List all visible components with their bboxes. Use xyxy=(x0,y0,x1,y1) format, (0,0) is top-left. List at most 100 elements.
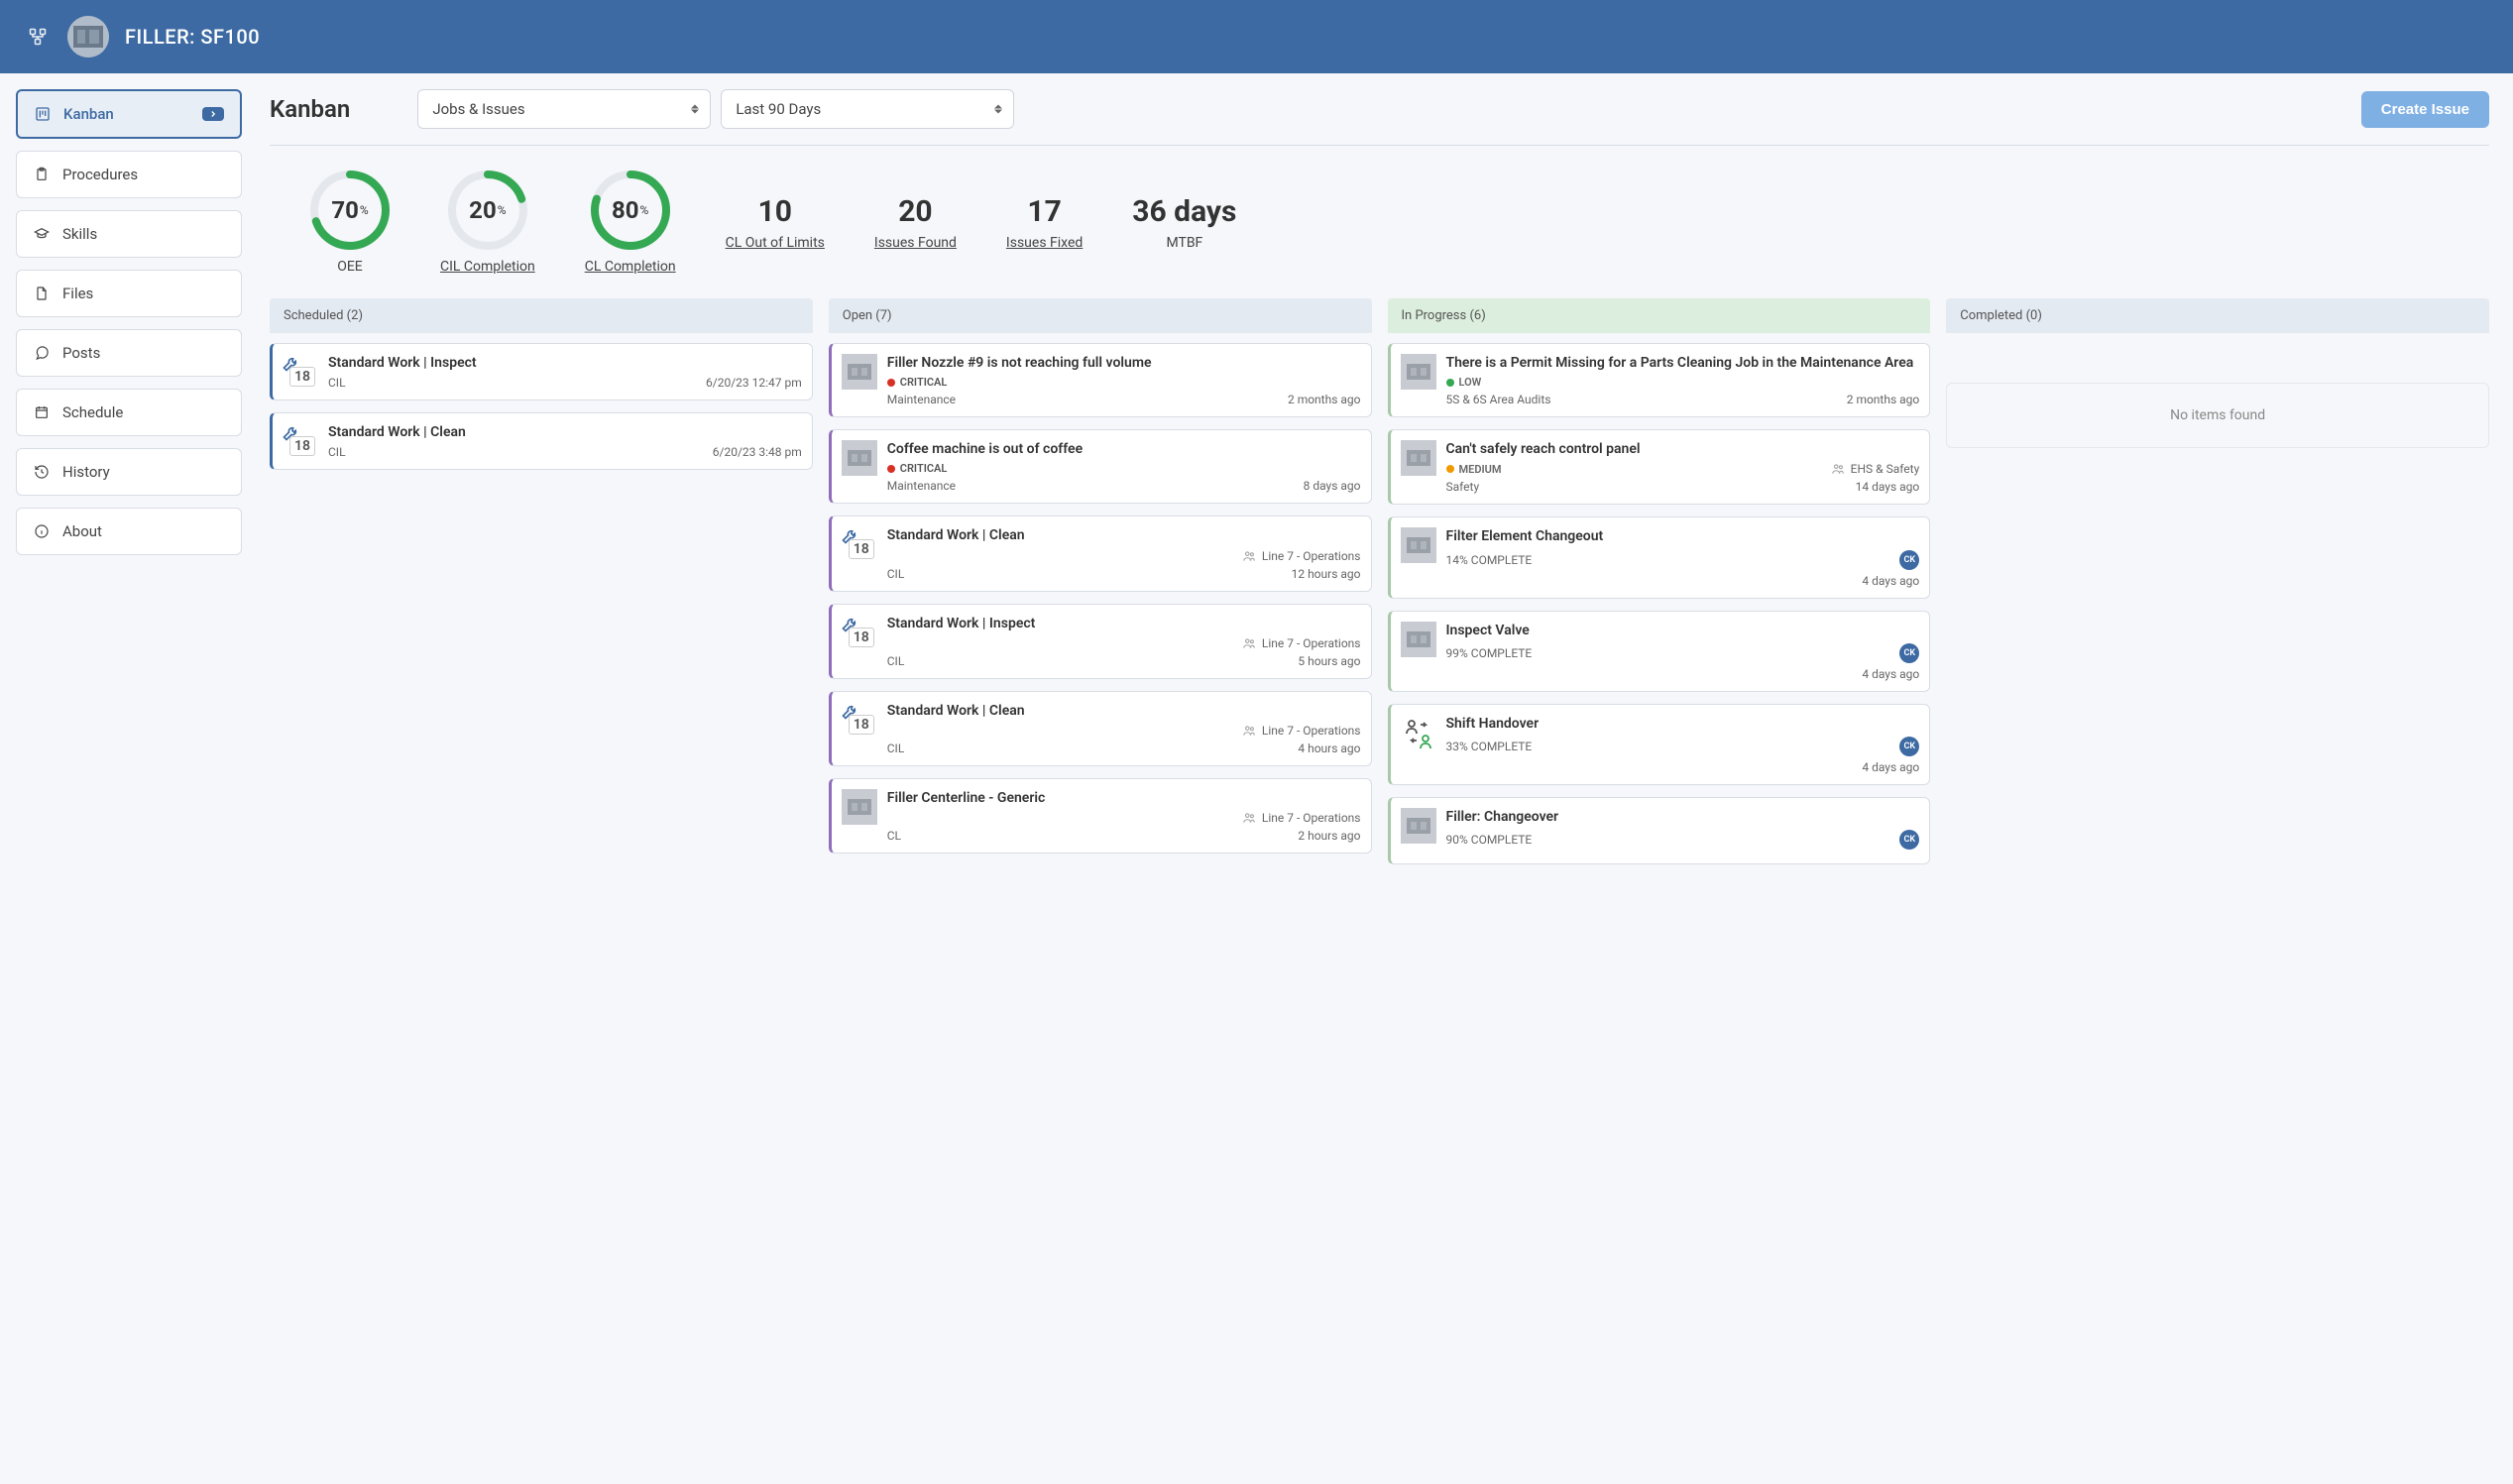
sidebar-item-about[interactable]: About xyxy=(16,508,242,555)
app-tree-icon[interactable] xyxy=(28,27,48,47)
card-time: 4 days ago xyxy=(1862,760,1919,774)
sidebar-item-label: Procedures xyxy=(62,166,138,183)
team-icon xyxy=(1831,462,1845,476)
kpi-cil-completion[interactable]: 20% CIL Completion xyxy=(440,170,535,275)
header: FILLER: SF100 xyxy=(0,0,2513,73)
sidebar-item-label: Kanban xyxy=(63,105,114,123)
kpi-label[interactable]: Issues Fixed xyxy=(1006,235,1083,251)
card-team: Line 7 - Operations xyxy=(1262,811,1361,825)
card-thumbnail xyxy=(1401,808,1436,844)
card-tag: Maintenance xyxy=(887,479,956,493)
avatar[interactable] xyxy=(67,16,109,57)
kanban-card[interactable]: Inspect Valve 99% COMPLETECK 4 days ago xyxy=(1388,611,1931,692)
kpi-label[interactable]: CIL Completion xyxy=(440,259,535,275)
kpi-label[interactable]: Issues Found xyxy=(874,235,957,251)
card-team: Line 7 - Operations xyxy=(1262,549,1361,563)
percent-sign: % xyxy=(360,203,369,217)
sidebar-item-posts[interactable]: Posts xyxy=(16,329,242,377)
card-title: Filler Centerline - Generic xyxy=(887,789,1361,807)
card-thumbnail xyxy=(1401,622,1436,657)
kanban-card[interactable]: 18 Standard Work | Clean CIL6/20/23 3:48… xyxy=(270,412,813,470)
sidebar-item-skills[interactable]: Skills xyxy=(16,210,242,258)
priority-badge: CRITICAL xyxy=(887,376,948,389)
kanban-card[interactable]: Filler Nozzle #9 is not reaching full vo… xyxy=(829,343,1372,417)
card-tag: CL xyxy=(887,829,901,843)
kanban-card[interactable]: Filler: Changeover 90% COMPLETECK xyxy=(1388,797,1931,864)
card-title: Filler: Changeover xyxy=(1446,808,1920,826)
card-thumbnail: 18 xyxy=(283,423,318,459)
sidebar-item-label: About xyxy=(62,522,102,540)
percent-sign: % xyxy=(498,203,507,217)
kpi-value: 36 days xyxy=(1132,194,1236,229)
card-thumbnail: 18 xyxy=(283,354,318,390)
sidebar-item-files[interactable]: Files xyxy=(16,270,242,317)
priority-badge: MEDIUM xyxy=(1446,463,1502,476)
handover-icon xyxy=(1401,715,1436,750)
kpi-cl-completion[interactable]: 80% CL Completion xyxy=(585,170,676,275)
card-team: EHS & Safety xyxy=(1851,462,1920,476)
sidebar-item-kanban[interactable]: Kanban xyxy=(16,89,242,139)
card-title: There is a Permit Missing for a Parts Cl… xyxy=(1446,354,1920,372)
sidebar: Kanban Procedures Skills Files Posts Sch… xyxy=(0,73,258,886)
kpi-mtbf: 36 days MTBF xyxy=(1132,194,1236,251)
sidebar-item-history[interactable]: History xyxy=(16,448,242,496)
kanban-card[interactable]: There is a Permit Missing for a Parts Cl… xyxy=(1388,343,1931,417)
card-thumbnail xyxy=(842,354,877,390)
card-tag: Safety xyxy=(1446,480,1480,494)
file-icon xyxy=(33,285,51,302)
team-icon xyxy=(1242,636,1256,650)
team-icon xyxy=(1242,549,1256,563)
gauge-value: 20 xyxy=(469,196,497,224)
column-header: Scheduled (2) xyxy=(270,298,813,333)
card-title: Shift Handover xyxy=(1446,715,1920,733)
page-title: FILLER: SF100 xyxy=(125,25,260,49)
filter-range-value: Last 90 Days xyxy=(736,100,821,118)
card-time: 4 hours ago xyxy=(1298,742,1360,755)
kpi-issues-fixed[interactable]: 17 Issues Fixed xyxy=(1006,194,1083,251)
chevron-right-icon xyxy=(202,107,224,121)
kpi-label[interactable]: CL Completion xyxy=(585,259,676,275)
kanban-card[interactable]: 18 Standard Work | Inspect CIL6/20/23 12… xyxy=(270,343,813,400)
kpi-row: 70% OEE 20% CIL Completion 80% CL Comple… xyxy=(270,162,2489,298)
kanban-card[interactable]: 18 Standard Work | Clean Line 7 - Operat… xyxy=(829,515,1372,591)
create-issue-button[interactable]: Create Issue xyxy=(2361,91,2489,128)
kanban-icon xyxy=(34,105,52,123)
card-progress: 14% COMPLETE xyxy=(1446,553,1533,567)
card-time: 2 months ago xyxy=(1288,393,1361,406)
kanban-card[interactable]: 18 Standard Work | Inspect Line 7 - Oper… xyxy=(829,604,1372,679)
card-title: Filter Element Changeout xyxy=(1446,527,1920,545)
card-team: Line 7 - Operations xyxy=(1262,724,1361,738)
priority-badge: LOW xyxy=(1446,376,1482,389)
gauge-value: 70 xyxy=(331,196,359,224)
kanban-card[interactable]: 18 Standard Work | Clean Line 7 - Operat… xyxy=(829,691,1372,766)
card-title: Coffee machine is out of coffee xyxy=(887,440,1361,458)
board-title: Kanban xyxy=(270,95,350,123)
filter-type-select[interactable]: Jobs & Issues xyxy=(417,89,711,129)
toolbar: Kanban Jobs & Issues Last 90 Days Create… xyxy=(270,89,2489,146)
sidebar-item-label: History xyxy=(62,463,110,481)
card-tag: CIL xyxy=(887,742,905,755)
card-title: Filler Nozzle #9 is not reaching full vo… xyxy=(887,354,1361,372)
calendar-icon xyxy=(33,403,51,421)
kanban-card[interactable]: Shift Handover 33% COMPLETECK 4 days ago xyxy=(1388,704,1931,785)
kpi-label[interactable]: CL Out of Limits xyxy=(726,235,825,251)
card-tag: CIL xyxy=(887,654,905,668)
kpi-cl-out-of-limits[interactable]: 10 CL Out of Limits xyxy=(726,194,825,251)
kpi-issues-found[interactable]: 20 Issues Found xyxy=(874,194,957,251)
sidebar-item-procedures[interactable]: Procedures xyxy=(16,151,242,198)
percent-sign: % xyxy=(640,203,649,217)
card-progress: 90% COMPLETE xyxy=(1446,833,1533,847)
card-thumbnail xyxy=(1401,354,1436,390)
assignee-pill: CK xyxy=(1899,737,1919,756)
kanban-card[interactable]: Coffee machine is out of coffee CRITICAL… xyxy=(829,429,1372,504)
kpi-value: 17 xyxy=(1006,194,1083,229)
card-thumbnail: 18 xyxy=(842,702,877,738)
card-tag: 5S & 6S Area Audits xyxy=(1446,393,1551,406)
kanban-card[interactable]: Filler Centerline - Generic Line 7 - Ope… xyxy=(829,778,1372,854)
kanban-card[interactable]: Filter Element Changeout 14% COMPLETECK … xyxy=(1388,516,1931,598)
card-time: 8 days ago xyxy=(1304,479,1361,493)
sidebar-item-schedule[interactable]: Schedule xyxy=(16,389,242,436)
kpi-value: 10 xyxy=(726,194,825,229)
filter-range-select[interactable]: Last 90 Days xyxy=(721,89,1014,129)
kanban-card[interactable]: Can't safely reach control panel MEDIUME… xyxy=(1388,429,1931,505)
